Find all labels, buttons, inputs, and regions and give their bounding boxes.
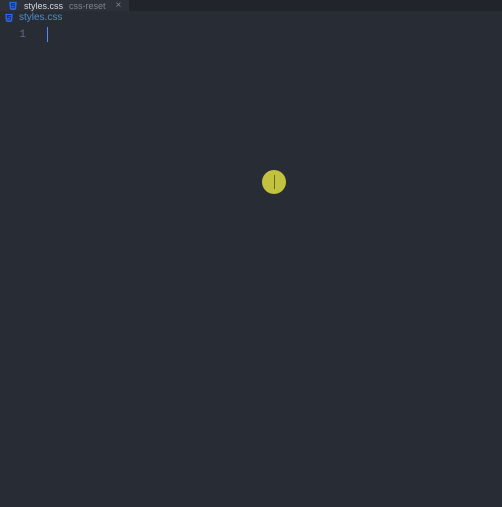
breadcrumb-filename[interactable]: styles.css [19, 12, 62, 23]
editor-content[interactable] [36, 24, 502, 507]
close-icon[interactable]: × [116, 0, 122, 11]
cursor-indicator-icon [262, 170, 286, 194]
css-file-icon [4, 13, 14, 23]
breadcrumb: styles.css [0, 11, 502, 24]
tab-subtitle: css-reset [69, 1, 106, 11]
line-number: 1 [0, 27, 26, 43]
line-gutter: 1 [0, 24, 36, 507]
css-file-icon [8, 1, 18, 11]
cursor [47, 27, 48, 42]
tab-filename: styles.css [24, 1, 63, 11]
tab-active[interactable]: styles.css css-reset × [0, 0, 129, 11]
tab-bar: styles.css css-reset × [0, 0, 502, 11]
editor-area: 1 [0, 24, 502, 507]
